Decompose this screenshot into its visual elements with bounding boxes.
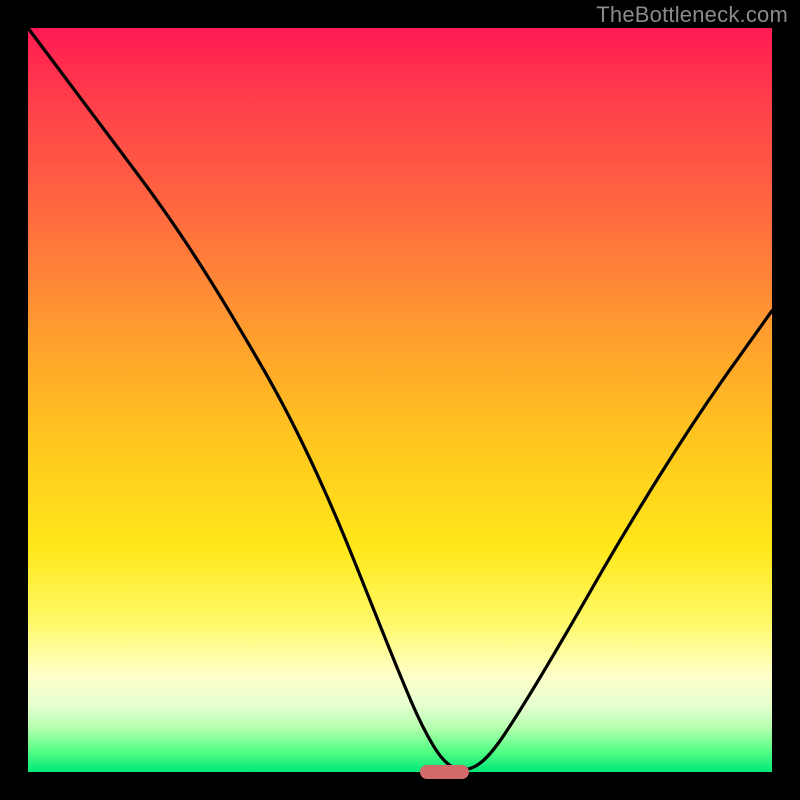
optimal-marker (420, 765, 468, 779)
watermark-text: TheBottleneck.com (596, 2, 788, 28)
curve-path (28, 28, 772, 770)
chart-frame: TheBottleneck.com (0, 0, 800, 800)
plot-area (28, 28, 772, 772)
bottleneck-curve (28, 28, 772, 772)
